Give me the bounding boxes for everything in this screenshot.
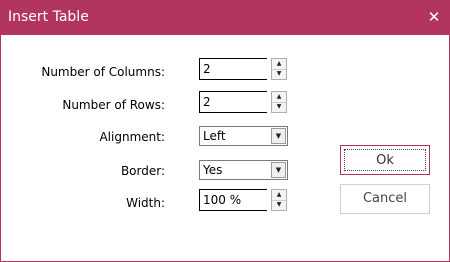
rows-spin-buttons[interactable]: ▲ ▼ xyxy=(271,91,287,113)
ok-button[interactable]: Ok xyxy=(340,145,430,175)
border-label: Border: xyxy=(120,164,165,178)
width-input[interactable]: 100 % xyxy=(199,189,267,211)
chevron-down-icon[interactable]: ▼ xyxy=(271,162,286,178)
border-select[interactable]: Yes ▼ xyxy=(199,160,288,180)
rows-label: Number of Rows: xyxy=(62,98,165,112)
ok-button-label: Ok xyxy=(344,149,426,171)
columns-label: Number of Columns: xyxy=(41,65,165,79)
spin-down-icon[interactable]: ▼ xyxy=(272,200,286,210)
border-value: Yes xyxy=(203,163,223,177)
spin-down-icon[interactable]: ▼ xyxy=(272,102,286,112)
columns-spin-buttons[interactable]: ▲ ▼ xyxy=(271,58,287,80)
rows-stepper[interactable]: 2 ▲ ▼ xyxy=(199,91,288,113)
dialog-title: Insert Table xyxy=(8,9,89,25)
alignment-select[interactable]: Left ▼ xyxy=(199,126,288,146)
spin-down-icon[interactable]: ▼ xyxy=(272,69,286,79)
width-spin-buttons[interactable]: ▲ ▼ xyxy=(271,189,287,211)
alignment-label: Alignment: xyxy=(99,130,165,144)
insert-table-dialog: Insert Table ✕ Number of Columns: 2 ▲ ▼ … xyxy=(0,0,450,262)
columns-input[interactable]: 2 xyxy=(199,58,267,80)
cancel-button[interactable]: Cancel xyxy=(340,184,430,214)
width-label: Width: xyxy=(126,196,165,210)
columns-stepper[interactable]: 2 ▲ ▼ xyxy=(199,58,288,80)
width-stepper[interactable]: 100 % ▲ ▼ xyxy=(199,189,288,211)
alignment-value: Left xyxy=(203,129,226,143)
rows-input[interactable]: 2 xyxy=(199,91,267,113)
close-icon[interactable]: ✕ xyxy=(427,8,441,26)
chevron-down-icon[interactable]: ▼ xyxy=(271,128,286,144)
title-bar: Insert Table ✕ xyxy=(1,1,449,35)
